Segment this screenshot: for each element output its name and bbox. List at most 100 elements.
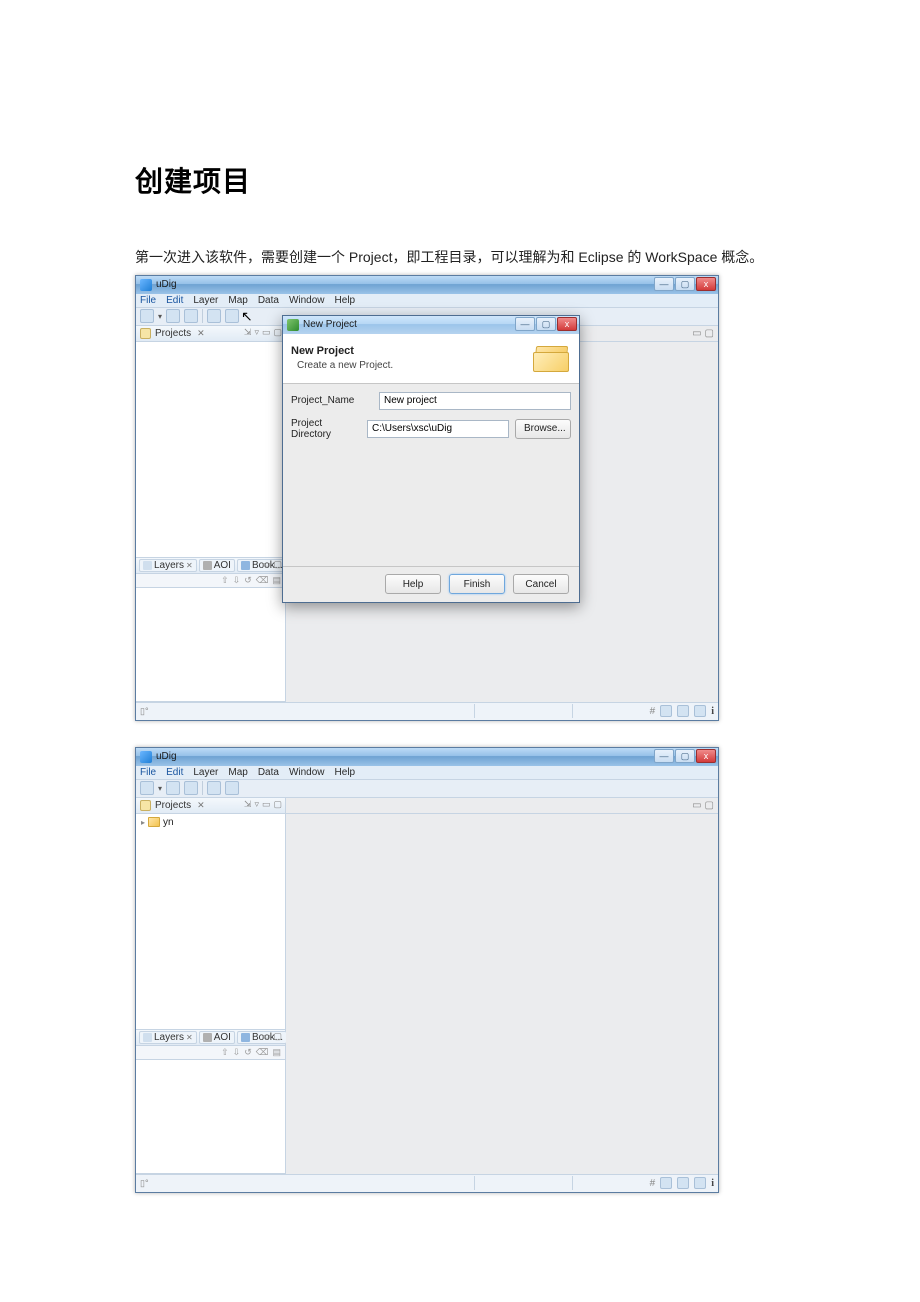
menu-data[interactable]: Data bbox=[258, 767, 279, 778]
maximize-editor-icon[interactable]: ▢ bbox=[705, 800, 714, 811]
down-icon[interactable]: ⇩ bbox=[233, 1047, 241, 1058]
dialog-minimize-button[interactable]: — bbox=[515, 317, 535, 331]
close-icon[interactable]: ✕ bbox=[186, 561, 193, 570]
status-icon[interactable]: # bbox=[650, 1178, 656, 1189]
info-icon[interactable]: i bbox=[711, 1178, 714, 1189]
workspace: Projects ✕ ⇲ ▿ ▭ ▢ ▸ yn La bbox=[136, 798, 718, 1174]
window-titlebar[interactable]: uDig — ▢ x bbox=[136, 748, 718, 766]
dropdown-arrow-icon[interactable]: ▾ bbox=[158, 312, 162, 321]
action-icon[interactable]: ↺ bbox=[244, 1047, 252, 1058]
new-icon[interactable] bbox=[140, 781, 154, 795]
dropdown-arrow-icon[interactable]: ▾ bbox=[158, 784, 162, 793]
close-button[interactable]: x bbox=[696, 749, 716, 763]
finish-button[interactable]: Finish bbox=[449, 574, 505, 594]
action-icon[interactable]: ⌫ bbox=[256, 1047, 269, 1058]
tool-icon[interactable] bbox=[207, 309, 221, 323]
menu-help[interactable]: Help bbox=[335, 767, 356, 778]
status-icon[interactable] bbox=[677, 1177, 689, 1189]
action-icon[interactable]: ⌫ bbox=[256, 575, 269, 586]
menu-layer[interactable]: Layer bbox=[193, 295, 218, 306]
project-item-label: yn bbox=[163, 817, 174, 828]
menu-data[interactable]: Data bbox=[258, 295, 279, 306]
minimize-button[interactable]: — bbox=[654, 277, 674, 291]
close-view-icon[interactable]: ✕ bbox=[197, 800, 205, 811]
dialog-titlebar[interactable]: New Project — ▢ x bbox=[283, 316, 579, 334]
print-icon[interactable] bbox=[184, 781, 198, 795]
status-icon[interactable] bbox=[677, 705, 689, 717]
layers-view-tab[interactable]: Layers ✕ bbox=[139, 559, 197, 572]
minimize-view-icon[interactable]: ▭ bbox=[262, 1031, 271, 1042]
status-item-icon[interactable]: ▯° bbox=[140, 1178, 149, 1188]
menu-triangle-icon[interactable]: ▿ bbox=[254, 799, 259, 810]
menu-map[interactable]: Map bbox=[228, 767, 247, 778]
maximize-editor-icon[interactable]: ▢ bbox=[705, 328, 714, 339]
info-icon[interactable]: i bbox=[711, 706, 714, 717]
new-icon[interactable] bbox=[140, 309, 154, 323]
save-icon[interactable] bbox=[166, 309, 180, 323]
tool-icon[interactable] bbox=[225, 781, 239, 795]
up-icon[interactable]: ⇧ bbox=[221, 1047, 229, 1058]
status-icon[interactable]: # bbox=[650, 706, 656, 717]
link-icon[interactable]: ⇲ bbox=[244, 799, 252, 810]
up-icon[interactable]: ⇧ bbox=[221, 575, 229, 586]
menu-help[interactable]: Help bbox=[335, 295, 356, 306]
maximize-button[interactable]: ▢ bbox=[675, 277, 695, 291]
status-bar: ▯° # i bbox=[136, 702, 718, 720]
maximize-view-icon[interactable]: ▢ bbox=[273, 1031, 282, 1042]
cancel-button[interactable]: Cancel bbox=[513, 574, 569, 594]
status-icon[interactable] bbox=[694, 705, 706, 717]
menu-file[interactable]: File bbox=[140, 767, 156, 778]
menu-triangle-icon[interactable]: ▿ bbox=[254, 327, 259, 338]
save-icon[interactable] bbox=[166, 781, 180, 795]
close-icon[interactable]: ✕ bbox=[186, 1033, 193, 1042]
menu-map[interactable]: Map bbox=[228, 295, 247, 306]
status-left: ▯° bbox=[140, 1178, 300, 1189]
menu-window[interactable]: Window bbox=[289, 295, 325, 306]
browse-button[interactable]: Browse... bbox=[515, 419, 571, 439]
close-view-icon[interactable]: ✕ bbox=[197, 328, 205, 339]
dialog-maximize-button[interactable]: ▢ bbox=[536, 317, 556, 331]
projects-view-tab[interactable]: Projects ✕ ⇲ ▿ ▭ ▢ bbox=[136, 798, 285, 814]
action-icon[interactable]: ↺ bbox=[244, 575, 252, 586]
tool-icon[interactable] bbox=[207, 781, 221, 795]
print-icon[interactable] bbox=[184, 309, 198, 323]
action-icon[interactable]: ▤ bbox=[272, 575, 281, 586]
status-icon[interactable] bbox=[660, 1177, 672, 1189]
tool-icon[interactable] bbox=[225, 309, 239, 323]
menu-edit[interactable]: Edit bbox=[166, 767, 183, 778]
aoi-view-tab[interactable]: AOI bbox=[199, 1031, 235, 1044]
layers-view-tab[interactable]: Layers ✕ bbox=[139, 1031, 197, 1044]
minimize-view-icon[interactable]: ▭ bbox=[262, 559, 271, 570]
menu-window[interactable]: Window bbox=[289, 767, 325, 778]
status-icon[interactable] bbox=[660, 705, 672, 717]
maximize-button[interactable]: ▢ bbox=[675, 749, 695, 763]
menu-layer[interactable]: Layer bbox=[193, 767, 218, 778]
maximize-view-icon[interactable]: ▢ bbox=[273, 327, 282, 338]
project-tree-item[interactable]: ▸ yn bbox=[141, 817, 280, 828]
editor-canvas[interactable] bbox=[286, 814, 718, 1174]
aoi-label: AOI bbox=[214, 1032, 231, 1043]
maximize-view-icon[interactable]: ▢ bbox=[273, 559, 282, 570]
dialog-close-button[interactable]: x bbox=[557, 317, 577, 331]
minimize-view-icon[interactable]: ▭ bbox=[262, 327, 271, 338]
status-item-icon[interactable]: ▯° bbox=[140, 706, 149, 716]
project-directory-input[interactable] bbox=[367, 420, 509, 438]
close-button[interactable]: x bbox=[696, 277, 716, 291]
action-icon[interactable]: ▤ bbox=[272, 1047, 281, 1058]
aoi-view-tab[interactable]: AOI bbox=[199, 559, 235, 572]
help-button[interactable]: Help bbox=[385, 574, 441, 594]
minimize-button[interactable]: — bbox=[654, 749, 674, 763]
window-titlebar[interactable]: uDig — ▢ x bbox=[136, 276, 718, 294]
link-icon[interactable]: ⇲ bbox=[244, 327, 252, 338]
status-icon[interactable] bbox=[694, 1177, 706, 1189]
minimize-view-icon[interactable]: ▭ bbox=[262, 799, 271, 810]
minimize-editor-icon[interactable]: ▭ bbox=[692, 328, 701, 339]
down-icon[interactable]: ⇩ bbox=[233, 575, 241, 586]
projects-view-tab[interactable]: Projects ✕ ⇲ ▿ ▭ ▢ bbox=[136, 326, 285, 342]
menu-file[interactable]: File bbox=[140, 295, 156, 306]
minimize-editor-icon[interactable]: ▭ bbox=[692, 800, 701, 811]
maximize-view-icon[interactable]: ▢ bbox=[273, 799, 282, 810]
project-name-input[interactable] bbox=[379, 392, 571, 410]
menu-edit[interactable]: Edit bbox=[166, 295, 183, 306]
tree-twisty-icon[interactable]: ▸ bbox=[141, 818, 145, 827]
